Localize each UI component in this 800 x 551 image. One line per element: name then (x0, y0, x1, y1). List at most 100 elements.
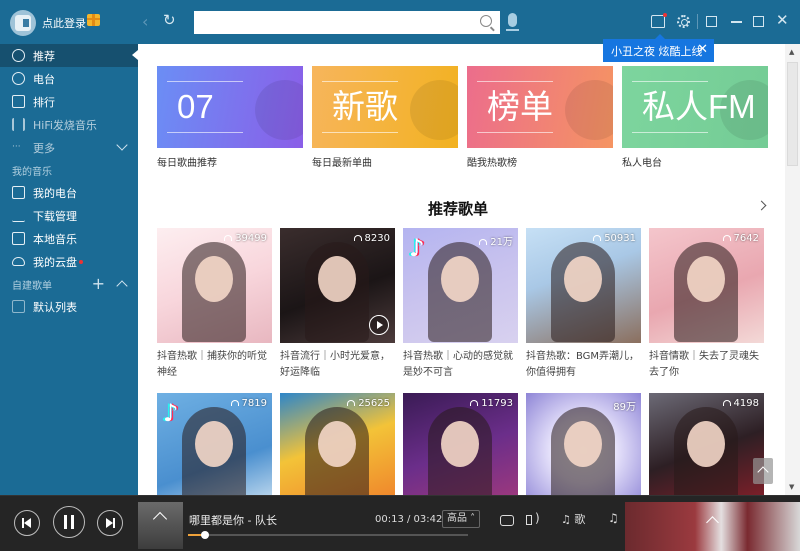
sidebar-item-ranking[interactable]: 排行 (0, 90, 138, 113)
playlist-card[interactable]: ♪ 21万 抖音热歌｜心动的感觉就是妙不可言 (403, 228, 518, 381)
sidebar-item-label: 下载管理 (33, 209, 77, 223)
kuwo-music-window: 点此登录 ‹ ↻ ✕ 小丑之夜 炫酷上线 ✕ 推荐 电台 排行 HiFi发烧音乐… (0, 0, 800, 551)
chart-icon (12, 95, 25, 108)
back-to-top-button[interactable] (753, 458, 773, 484)
mini-mode-icon[interactable] (706, 16, 717, 27)
banner-title: 私人FM (642, 88, 756, 125)
sidebar-item-label: HiFi发烧音乐 (33, 118, 97, 132)
sidebar-item-my-radio[interactable]: 我的电台 (0, 181, 138, 204)
vertical-scrollbar[interactable]: ▲ ▼ (785, 44, 800, 495)
banner-private-fm[interactable]: 私人FM 私人电台 (622, 66, 768, 169)
minimize-icon[interactable] (731, 21, 742, 23)
playlist-card[interactable]: 50931 抖音热歌：BGM弄潮儿，你值得拥有 (526, 228, 641, 381)
chevron-right-icon[interactable] (756, 200, 767, 211)
app-logo-icon (15, 15, 31, 31)
sidebar-item-label: 本地音乐 (33, 232, 77, 246)
playlist-cover: 4198 (649, 393, 764, 495)
notification-dot (79, 259, 83, 264)
banner-new-songs[interactable]: 新歌 每日最新单曲 (312, 66, 458, 169)
my-radio-icon (12, 186, 25, 199)
chevron-up-icon[interactable] (116, 280, 128, 292)
playlist-title[interactable]: 抖音热歌：BGM弄潮儿，你值得拥有 (526, 349, 641, 381)
add-playlist-button[interactable]: + (92, 274, 105, 293)
avatar[interactable] (10, 10, 36, 36)
playlist-title[interactable]: 抖音热歌｜心动的感觉就是妙不可言 (403, 349, 518, 381)
headphones-icon (722, 400, 731, 406)
play-count: 11793 (470, 398, 513, 409)
headphones-icon (353, 235, 362, 241)
chevron-down-icon[interactable] (116, 139, 128, 151)
playlist-card[interactable]: 4198 (649, 393, 764, 495)
tooltip-close-icon[interactable]: ✕ (697, 42, 708, 57)
maximize-icon[interactable] (753, 16, 764, 27)
playlist-title[interactable]: 抖音情歌｜失去了灵魂失去了你 (649, 349, 764, 381)
playlist-cover: 7642 (649, 228, 764, 343)
play-count: 4198 (722, 398, 759, 409)
banner-row: 07 每日歌曲推荐 新歌 每日最新单曲 榜单 酷我热歌榜 私人FM 私人电台 (157, 66, 768, 169)
playlist-heading: 自建歌单 (12, 280, 52, 292)
sidebar-item-recommend[interactable]: 推荐 (0, 44, 138, 67)
quality-selector[interactable]: 高品 ˄ (442, 510, 481, 528)
music-note-icon[interactable]: ♫ (608, 511, 619, 525)
scroll-thumb[interactable] (787, 62, 798, 166)
sidebar-item-radio[interactable]: 电台 (0, 67, 138, 90)
headphones-icon (479, 239, 488, 245)
playlist-card[interactable]: 39499 抖音热歌｜捕获你的听觉神经 (157, 228, 272, 381)
playlist-card[interactable]: 89万 (526, 393, 641, 495)
divider (697, 14, 698, 29)
microphone-icon[interactable] (506, 13, 519, 31)
headphones-icon (593, 235, 602, 241)
playlist-cover: 50931 (526, 228, 641, 343)
sidebar-item-more[interactable]: ··· 更多 (0, 136, 138, 159)
playlist-card[interactable]: 7642 抖音情歌｜失去了灵魂失去了你 (649, 228, 764, 381)
close-icon[interactable]: ✕ (776, 13, 789, 28)
sidebar-item-downloads[interactable]: 下载管理 (0, 204, 138, 227)
section-title: 推荐歌单 (428, 200, 489, 218)
search-input[interactable] (194, 11, 464, 35)
pause-button[interactable] (53, 506, 85, 538)
playlist-title[interactable]: 抖音流行｜小时光爱意，好运降临 (280, 349, 395, 381)
banner-charts[interactable]: 榜单 酷我热歌榜 (467, 66, 613, 169)
scroll-down-arrow-icon[interactable]: ▼ (789, 483, 794, 491)
gear-icon[interactable] (677, 15, 690, 28)
sidebar-item-local-music[interactable]: 本地音乐 (0, 227, 138, 250)
gift-icon[interactable] (87, 14, 100, 26)
banner-image: 新歌 (312, 66, 458, 148)
speaker-icon (12, 300, 25, 313)
playlist-card[interactable]: ♪ 7819 (157, 393, 272, 495)
playlist-cover: 25625 (280, 393, 395, 495)
headphones-icon (722, 235, 731, 241)
previous-track-button[interactable] (14, 510, 40, 536)
playlist-title[interactable]: 抖音热歌｜捕获你的听觉神经 (157, 349, 272, 381)
next-track-button[interactable] (97, 510, 123, 536)
tiktok-logo-icon: ♪ (409, 234, 425, 262)
scroll-up-arrow-icon[interactable]: ▲ (789, 48, 794, 56)
play-count: 7642 (722, 233, 759, 244)
playlist-section: 自建歌单 + (0, 273, 138, 295)
time-display: 00:13 / 03:42 (375, 514, 443, 525)
sidebar-item-default-list[interactable]: 默认列表 (0, 295, 138, 318)
refresh-button[interactable]: ↻ (163, 11, 176, 29)
radio-icon (12, 72, 25, 85)
sidebar-item-cloud[interactable]: 我的云盘 (0, 250, 138, 273)
volume-icon[interactable] (526, 511, 540, 525)
loop-mode-icon[interactable] (500, 515, 514, 526)
sidebar-item-hifi[interactable]: HiFi发烧音乐 (0, 113, 138, 136)
play-icon[interactable] (369, 315, 389, 335)
progress-slider[interactable] (188, 531, 468, 539)
skin-tshirt-icon[interactable] (651, 15, 665, 28)
progress-knob[interactable] (200, 531, 209, 539)
banner-title: 榜单 (487, 88, 553, 125)
album-art[interactable] (138, 502, 183, 549)
lyrics-button[interactable]: ♫ 歌 (561, 511, 585, 527)
playlist-card[interactable]: 8230 抖音流行｜小时光爱意，好运降临 (280, 228, 395, 381)
banner-caption: 每日最新单曲 (312, 158, 372, 169)
search-icon[interactable] (480, 15, 492, 27)
playlist-card[interactable]: 11793 (403, 393, 518, 495)
promo-tooltip[interactable]: 小丑之夜 炫酷上线 ✕ (603, 34, 714, 62)
banner-daily[interactable]: 07 每日歌曲推荐 (157, 66, 303, 169)
login-link[interactable]: 点此登录 (42, 15, 86, 31)
back-button[interactable]: ‹ (142, 12, 148, 31)
song-title[interactable]: 哪里都是你 - 队长 (189, 512, 277, 528)
playlist-card[interactable]: 25625 (280, 393, 395, 495)
